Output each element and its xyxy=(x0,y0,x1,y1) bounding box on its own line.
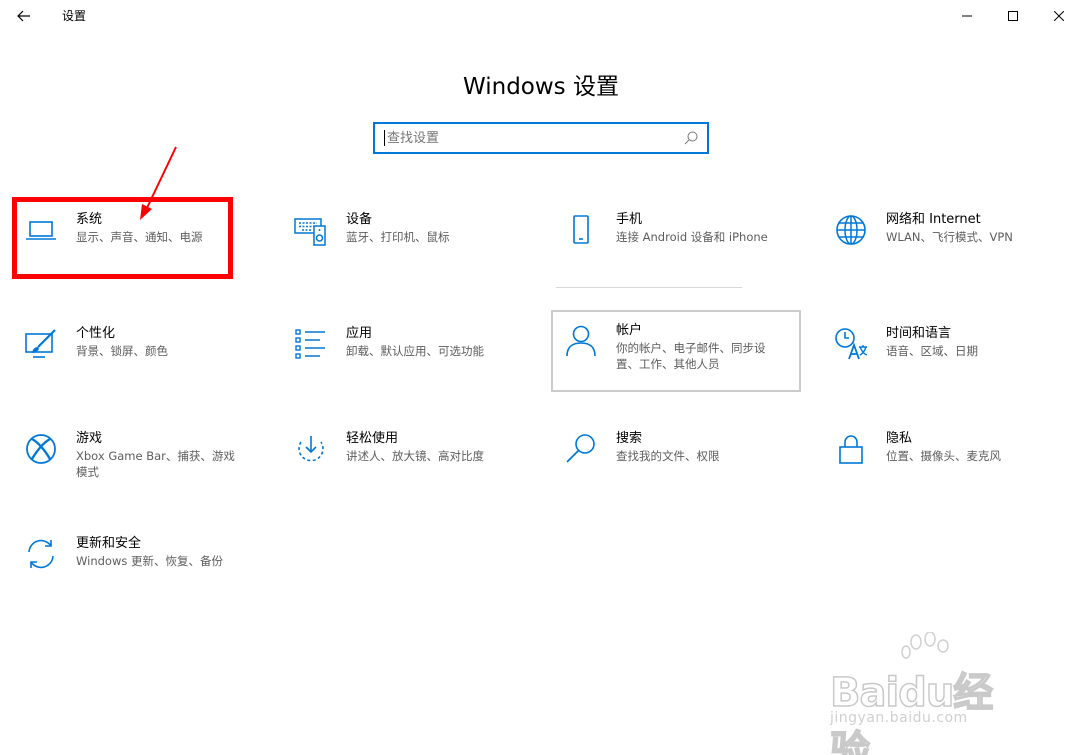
tile-privacy[interactable]: 隐私 位置、摄像头、麦克风 xyxy=(822,416,1072,498)
tile-network[interactable]: 网络和 Internet WLAN、飞行模式、VPN xyxy=(822,197,1072,279)
tile-accounts[interactable]: 帐户 你的帐户、电子邮件、同步设置、工作、其他人员 xyxy=(551,310,801,392)
tile-description: 显示、声音、通知、电源 xyxy=(76,230,203,244)
tile-description: 你的帐户、电子邮件、同步设置、工作、其他人员 xyxy=(616,341,766,371)
tile-gaming[interactable]: 游戏 Xbox Game Bar、捕获、游戏模式 xyxy=(12,416,262,498)
tile-title: 轻松使用 xyxy=(346,431,399,446)
tile-title: 系统 xyxy=(76,212,103,227)
time-language-icon xyxy=(834,327,868,361)
keyboard-speaker-icon xyxy=(294,213,328,247)
tile-system[interactable]: 系统 显示、声音、通知、电源 xyxy=(12,197,262,279)
tile-title: 设备 xyxy=(346,212,373,227)
tile-description: Windows 更新、恢复、备份 xyxy=(76,554,223,568)
search-input[interactable] xyxy=(379,124,679,152)
tile-description: 蓝牙、打印机、鼠标 xyxy=(346,230,450,244)
close-button[interactable] xyxy=(1036,0,1082,32)
tile-description: Xbox Game Bar、捕获、游戏模式 xyxy=(76,449,235,479)
xbox-icon xyxy=(24,432,58,466)
watermark-brand: Baidu经验 xyxy=(829,669,994,755)
paw-logo-icon xyxy=(901,632,949,659)
window-title: 设置 xyxy=(62,9,87,23)
divider xyxy=(556,287,742,288)
close-icon xyxy=(1054,11,1064,21)
baidu-watermark: Baidu经验 jingyan.baidu.com xyxy=(828,632,1028,755)
tile-description: 位置、摄像头、麦克风 xyxy=(886,449,1001,463)
minimize-icon xyxy=(962,15,972,17)
paint-monitor-icon xyxy=(24,327,58,361)
update-sync-icon xyxy=(24,537,58,571)
ease-of-access-icon xyxy=(294,432,328,466)
tile-title: 个性化 xyxy=(76,326,116,341)
tile-title: 搜索 xyxy=(616,431,643,446)
phone-icon xyxy=(564,213,598,247)
tile-title: 隐私 xyxy=(886,431,913,446)
magnifier-icon xyxy=(564,432,598,466)
app-list-icon xyxy=(294,327,328,361)
tile-description: 背景、锁屏、颜色 xyxy=(76,344,168,358)
maximize-icon xyxy=(1008,11,1018,21)
tile-description: 讲述人、放大镜、高对比度 xyxy=(346,449,484,463)
text-caret xyxy=(384,130,385,146)
tile-title: 时间和语言 xyxy=(886,326,952,341)
watermark-url: jingyan.baidu.com xyxy=(830,710,968,726)
tile-search[interactable]: 搜索 查找我的文件、权限 xyxy=(552,416,802,498)
tile-title: 应用 xyxy=(346,326,373,341)
tile-description: 查找我的文件、权限 xyxy=(616,449,720,463)
tile-title: 帐户 xyxy=(616,323,643,338)
back-button[interactable] xyxy=(8,2,40,30)
tile-phone[interactable]: 手机 连接 Android 设备和 iPhone xyxy=(552,197,802,279)
tile-devices[interactable]: 设备 蓝牙、打印机、鼠标 xyxy=(282,197,532,279)
laptop-icon xyxy=(24,213,58,247)
tile-description: 连接 Android 设备和 iPhone xyxy=(616,230,768,244)
person-icon xyxy=(564,324,598,358)
page-title: Windows 设置 xyxy=(463,74,619,101)
tile-personalization[interactable]: 个性化 背景、锁屏、颜色 xyxy=(12,311,262,393)
tile-description: 语音、区域、日期 xyxy=(886,344,978,358)
search-icon[interactable] xyxy=(683,130,699,146)
minimize-button[interactable] xyxy=(944,0,990,32)
settings-window: 设置 Windows 设置 系统 显示、声音、通知、电源 xyxy=(0,0,1082,755)
tile-title: 游戏 xyxy=(76,431,103,446)
tile-ease-of-access[interactable]: 轻松使用 讲述人、放大镜、高对比度 xyxy=(282,416,532,498)
globe-icon xyxy=(834,213,868,247)
tile-time-language[interactable]: 时间和语言 语音、区域、日期 xyxy=(822,311,1072,393)
maximize-button[interactable] xyxy=(990,0,1036,32)
back-arrow-icon xyxy=(17,10,30,22)
tile-description: 卸载、默认应用、可选功能 xyxy=(346,344,484,358)
tile-description: WLAN、飞行模式、VPN xyxy=(886,230,1013,244)
tile-title: 手机 xyxy=(616,212,643,227)
tile-apps[interactable]: 应用 卸载、默认应用、可选功能 xyxy=(282,311,532,393)
tile-title: 网络和 Internet xyxy=(886,212,981,227)
tile-title: 更新和安全 xyxy=(76,536,142,551)
search-box[interactable] xyxy=(373,122,709,154)
lock-icon xyxy=(834,432,868,466)
tile-update-security[interactable]: 更新和安全 Windows 更新、恢复、备份 xyxy=(12,521,262,603)
